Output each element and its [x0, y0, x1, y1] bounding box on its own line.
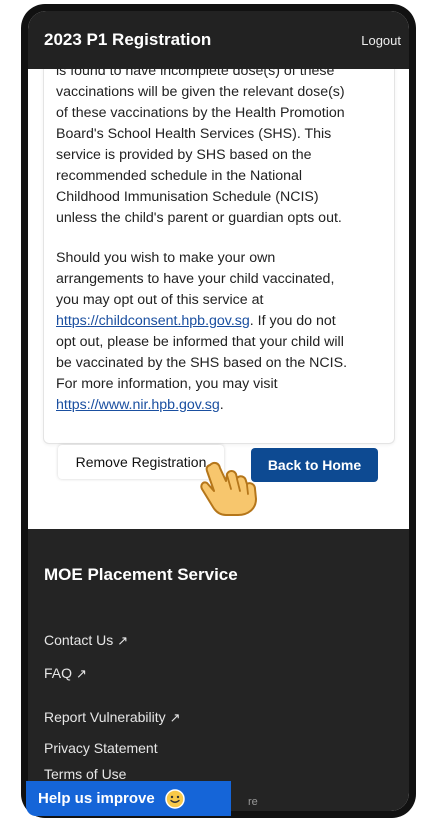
footer-brand: MOE Placement Service [44, 565, 238, 584]
footer-link-faq[interactable]: FAQ ↗ [44, 665, 87, 682]
childconsent-link[interactable]: https://childconsent.hpb.gov.sg [56, 313, 250, 329]
phone-frame: 2023 P1 Registration Logout is found to … [21, 4, 416, 818]
notice-line: arrangements to have your child vaccinat… [56, 271, 335, 287]
page-title: 2023 P1 Registration [44, 30, 212, 49]
smiley-icon [164, 788, 185, 809]
logout-link[interactable]: Logout [361, 33, 401, 48]
footer-link-label: Report Vulnerability [44, 709, 166, 725]
notice-line: service is provided by SHS based on the [56, 147, 312, 163]
notice-text: . If you do not [249, 313, 336, 329]
footer-link-report-vulnerability[interactable]: Report Vulnerability ↗ [44, 709, 181, 726]
footer-link-terms-of-use[interactable]: Terms of Use [44, 766, 126, 782]
external-link-icon: ↗ [169, 710, 181, 725]
footer-link-privacy-statement[interactable]: Privacy Statement [44, 740, 158, 756]
footer-link-contact-us[interactable]: Contact Us ↗ [44, 632, 128, 649]
notice-paragraph-1: is found to have incomplete dose(s) of t… [44, 63, 394, 229]
pointer-hand-icon [200, 461, 257, 516]
notice-line: https://www.nir.hpb.gov.sg. [56, 395, 382, 416]
top-header: 2023 P1 Registration Logout [28, 11, 409, 69]
notice-line: be vaccinated by the SHS based on the NC… [56, 355, 348, 371]
notice-line: unless the child's parent or guardian op… [56, 210, 342, 226]
external-link-icon: ↗ [76, 666, 87, 681]
notice-line: of these vaccinations by the Health Prom… [56, 105, 345, 121]
vaccination-notice-card: is found to have incomplete dose(s) of t… [43, 63, 395, 444]
notice-line: you may opt out of this service at [56, 292, 264, 308]
footer-partial-text: re [248, 796, 258, 808]
help-us-improve-button[interactable]: Help us improve [26, 781, 231, 816]
external-link-icon: ↗ [117, 633, 129, 648]
footer-link-label: Contact Us [44, 632, 114, 648]
notice-paragraph-2: Should you wish to make your own arrange… [44, 248, 394, 416]
notice-line: Should you wish to make your own [56, 250, 276, 266]
footer-link-label: FAQ [44, 665, 73, 681]
notice-line: recommended schedule in the National [56, 168, 303, 184]
notice-line: For more information, you may visit [56, 376, 278, 392]
nir-link[interactable]: https://www.nir.hpb.gov.sg [56, 397, 220, 413]
notice-line: opt out, please be informed that your ch… [56, 334, 344, 350]
notice-line: Childhood Immunisation Schedule (NCIS) [56, 189, 319, 205]
footer-link-label: Privacy Statement [44, 740, 158, 756]
notice-line: https://childconsent.hpb.gov.sg. If you … [56, 311, 382, 332]
site-footer: MOE Placement Service Contact Us ↗ FAQ ↗ R… [28, 529, 409, 811]
notice-line: vaccinations will be given the relevant … [56, 84, 345, 100]
footer-link-label: Terms of Use [44, 766, 127, 782]
help-label: Help us improve [38, 790, 155, 807]
screen: 2023 P1 Registration Logout is found to … [28, 11, 409, 811]
notice-text: . [219, 397, 224, 413]
back-to-home-button[interactable]: Back to Home [251, 448, 378, 482]
notice-line: Board's School Health Services (SHS). Th… [56, 126, 332, 142]
